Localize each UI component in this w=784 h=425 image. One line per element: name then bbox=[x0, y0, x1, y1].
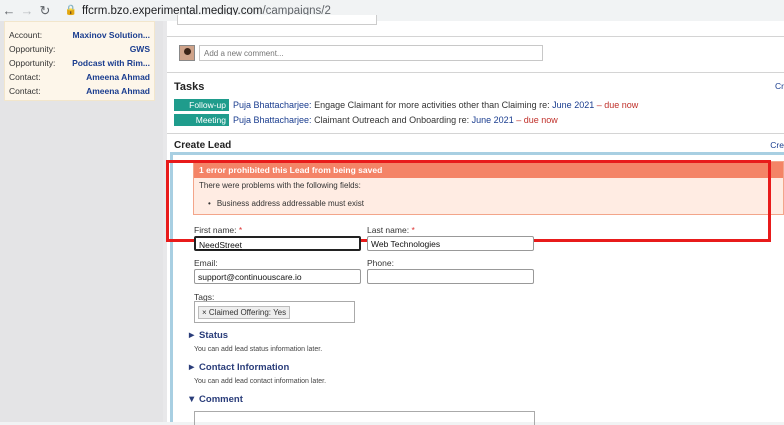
info-key: Contact: bbox=[9, 72, 41, 82]
info-row: Opportunity: GWS bbox=[5, 42, 154, 56]
sidebar: Account: Maxinov Solution... Opportunity:… bbox=[0, 21, 163, 422]
info-link[interactable]: Ameena Ahmad bbox=[86, 84, 150, 98]
top-strip bbox=[177, 15, 377, 25]
error-highlight-frame bbox=[166, 160, 771, 242]
task-due: – due now bbox=[513, 115, 558, 125]
task-text: Engage Claimant for more activities othe… bbox=[311, 100, 553, 110]
info-row: Opportunity: Podcast with Rim... bbox=[5, 56, 154, 70]
section-title: Status bbox=[199, 330, 229, 341]
divider bbox=[167, 133, 784, 134]
last-name-label-text: Last name: bbox=[367, 225, 410, 235]
create-lead-title: Create Lead bbox=[174, 140, 232, 151]
last-name-input[interactable]: Web Technologies bbox=[367, 236, 534, 251]
info-key: Opportunity: bbox=[9, 44, 56, 54]
first-name-input[interactable]: NeedStreet bbox=[194, 236, 361, 251]
last-name-label: Last name: * bbox=[367, 225, 415, 235]
task-owner-link[interactable]: Puja Bhattacharjee: bbox=[233, 100, 312, 110]
required-marker: * bbox=[411, 225, 415, 235]
page: Account: Maxinov Solution... Opportunity:… bbox=[0, 15, 784, 425]
email-input[interactable]: support@continuouscare.io bbox=[194, 269, 361, 284]
tags-input[interactable]: × Claimed Offering: Yes bbox=[194, 301, 355, 323]
collapse-arrow-icon: ▼ bbox=[187, 394, 197, 405]
email-label: Email: bbox=[194, 258, 218, 268]
browser-toolbar: ← → ↻ 🔒 ffcrm.bzo.experimental.medigy.co… bbox=[0, 0, 784, 21]
task-owner-link[interactable]: Puja Bhattacharjee: bbox=[233, 115, 312, 125]
info-key: Opportunity: bbox=[9, 58, 56, 68]
first-name-label: First name: * bbox=[194, 225, 242, 235]
section-title: Comment bbox=[199, 394, 243, 405]
email-value: support@continuouscare.io bbox=[198, 272, 302, 282]
info-link[interactable]: Maxinov Solution... bbox=[73, 28, 150, 42]
phone-label: Phone: bbox=[367, 258, 394, 268]
phone-input[interactable] bbox=[367, 269, 534, 284]
info-link[interactable]: Ameena Ahmad bbox=[86, 70, 150, 84]
create-task-link[interactable]: Cr bbox=[775, 81, 784, 91]
expand-arrow-icon: ► bbox=[187, 362, 197, 373]
task-related-link[interactable]: June 2021 bbox=[472, 115, 514, 125]
info-key: Contact: bbox=[9, 86, 41, 96]
first-name-value: NeedStreet bbox=[199, 240, 242, 250]
section-title: Contact Information bbox=[199, 362, 290, 373]
task-row: Meeting Puja Bhattacharjee: Claimant Out… bbox=[174, 114, 558, 126]
expand-arrow-icon: ► bbox=[187, 330, 197, 341]
info-key: Account: bbox=[9, 30, 43, 40]
contact-info-section-toggle[interactable]: ► Contact Information bbox=[187, 362, 289, 373]
divider bbox=[167, 36, 784, 37]
status-section-toggle[interactable]: ► Status bbox=[187, 330, 228, 341]
task-row: Follow-up Puja Bhattacharjee: Engage Cla… bbox=[174, 99, 638, 111]
task-category-badge: Follow-up bbox=[174, 99, 229, 111]
info-row: Contact: Ameena Ahmad bbox=[5, 84, 154, 98]
task-related-link[interactable]: June 2021 bbox=[552, 100, 594, 110]
avatar bbox=[179, 45, 195, 61]
section-hint: You can add lead contact information lat… bbox=[194, 378, 327, 385]
task-category-badge: Meeting bbox=[174, 114, 229, 126]
tag-chip[interactable]: × Claimed Offering: Yes bbox=[198, 306, 291, 319]
info-link[interactable]: Podcast with Rim... bbox=[72, 56, 150, 70]
first-name-label-text: First name: bbox=[194, 225, 237, 235]
comment-input[interactable] bbox=[199, 45, 543, 61]
task-text: Claimant Outreach and Onboarding re: bbox=[311, 115, 472, 125]
create-lead-link[interactable]: Cre bbox=[770, 140, 784, 150]
related-info-box: Account: Maxinov Solution... Opportunity:… bbox=[4, 21, 155, 101]
info-row: Account: Maxinov Solution... bbox=[5, 28, 154, 42]
comment-textarea[interactable] bbox=[194, 411, 535, 425]
forward-arrow-icon[interactable]: → bbox=[18, 3, 36, 18]
task-due: – due now bbox=[594, 100, 639, 110]
last-name-value: Web Technologies bbox=[371, 239, 441, 249]
lock-icon[interactable]: 🔒 bbox=[64, 5, 78, 16]
info-link[interactable]: GWS bbox=[130, 42, 150, 56]
tasks-title: Tasks bbox=[174, 81, 205, 93]
required-marker: * bbox=[238, 225, 243, 235]
info-row: Contact: Ameena Ahmad bbox=[5, 70, 154, 84]
section-hint: You can add lead status information late… bbox=[194, 346, 323, 353]
reload-icon[interactable]: ↻ bbox=[36, 3, 54, 19]
divider bbox=[167, 72, 784, 73]
comment-section-toggle[interactable]: ▼ Comment bbox=[187, 394, 243, 405]
back-arrow-icon[interactable]: ← bbox=[0, 3, 18, 18]
